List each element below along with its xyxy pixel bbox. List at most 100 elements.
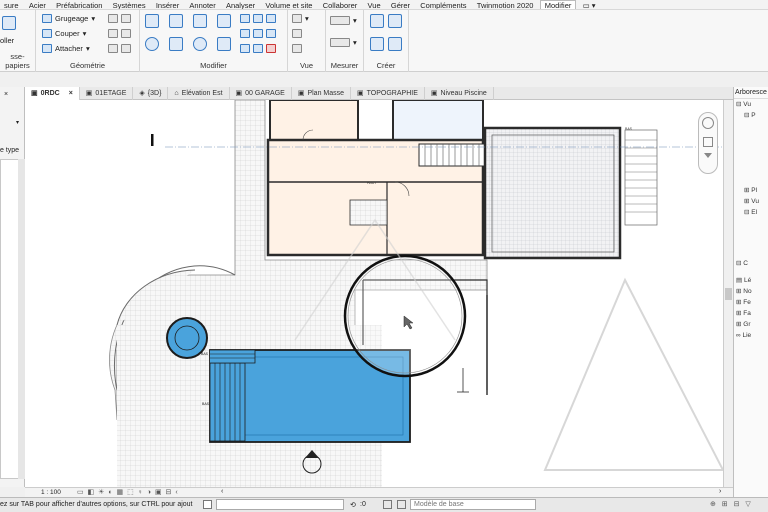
ribbon-group-modify: Modifier	[140, 10, 288, 72]
wall-join-icon[interactable]	[108, 14, 118, 23]
split-icon[interactable]	[240, 14, 250, 23]
menu-item[interactable]: Annoter	[185, 1, 219, 9]
menu-item-modifier[interactable]: Modifier	[539, 0, 577, 9]
tree-item[interactable]: ⊞ Fe	[736, 297, 768, 308]
scroll-right-icon[interactable]: ›	[719, 488, 721, 495]
copy-icon[interactable]	[169, 37, 183, 51]
tree-item[interactable]: ⊞ Gr	[736, 319, 768, 330]
tree-item[interactable]: ⊞ No	[736, 286, 768, 297]
grugeage-button[interactable]: Grugeage ▾	[42, 14, 95, 23]
close-icon[interactable]: ×	[4, 91, 8, 98]
split-gap-icon[interactable]	[253, 29, 263, 38]
scrollbar-thumb[interactable]	[725, 288, 732, 300]
menu-item[interactable]: sure	[0, 1, 23, 9]
sync-icon[interactable]: ⟲	[350, 501, 356, 509]
zoom-icon[interactable]	[703, 137, 713, 147]
create-parts-icon[interactable]	[388, 14, 402, 28]
demolish-icon[interactable]	[121, 29, 131, 38]
rotate-icon[interactable]	[193, 37, 207, 51]
align-icon[interactable]	[145, 14, 159, 28]
group-icon[interactable]	[253, 44, 263, 53]
scale-selector[interactable]: 1 : 100	[41, 489, 61, 496]
create-group-icon[interactable]	[370, 37, 384, 51]
workset-dropdown[interactable]	[216, 499, 344, 510]
join-icon	[42, 44, 52, 53]
menu-item[interactable]: Vue	[364, 1, 385, 9]
steering-wheel-icon[interactable]	[702, 117, 714, 129]
tree-item[interactable]: ⊟ P	[736, 110, 768, 121]
menu-item[interactable]: Insérer	[152, 1, 183, 9]
offset-icon[interactable]	[169, 14, 183, 28]
tree-item[interactable]: ⊟ El	[736, 207, 768, 218]
menu-item[interactable]: Twinmotion 2020	[473, 1, 538, 9]
menu-item[interactable]: Volume et site	[261, 1, 316, 9]
close-icon[interactable]: ×	[69, 88, 73, 100]
design-option-dropdown[interactable]: Modèle de base	[410, 499, 536, 510]
delete-icon[interactable]	[266, 44, 276, 53]
menu-item[interactable]: Collaborer	[319, 1, 362, 9]
pin-icon[interactable]	[266, 14, 276, 23]
room-upper-right	[392, 100, 484, 143]
dimension-icon[interactable]	[330, 38, 350, 47]
tree-item[interactable]: ⊟ C	[736, 258, 768, 269]
tree-item[interactable]: ∞ Lie	[736, 330, 768, 341]
chevron-down-icon[interactable]: ▾	[16, 119, 19, 126]
tab-elevation-est[interactable]: ⌂ Elévation Est	[168, 87, 230, 100]
hide-icon[interactable]	[292, 44, 302, 53]
exterior-stair	[624, 129, 658, 226]
drawing-canvas[interactable]: HAUT BAS BAS BAS	[25, 100, 723, 487]
navigation-bar[interactable]	[698, 112, 718, 174]
watermark-logo	[543, 277, 723, 471]
tree-item[interactable]: ⊞ Fa	[736, 308, 768, 319]
move-icon[interactable]	[145, 37, 159, 51]
menu-item[interactable]: Gérer	[387, 1, 414, 9]
selection-filter-icons[interactable]: ⊕ ⊞ ⊟ ▽	[710, 500, 753, 508]
mirror-icon[interactable]	[193, 14, 207, 28]
tree-item[interactable]: ⊞ Vu	[736, 196, 768, 207]
hammer-icon[interactable]	[121, 44, 131, 53]
unpin-icon[interactable]	[240, 44, 250, 53]
menu-item[interactable]: Compléments	[416, 1, 470, 9]
split-face-icon[interactable]	[121, 14, 131, 23]
floor-plan[interactable]: HAUT BAS BAS BAS	[25, 100, 723, 487]
mirror-axis-icon[interactable]	[217, 14, 231, 28]
menu-item[interactable]: Analyser	[222, 1, 259, 9]
scrollbar[interactable]	[18, 159, 25, 479]
tab-niveau-piscine[interactable]: ▣ Niveau Piscine	[425, 87, 494, 100]
tab-01etage[interactable]: ▣ 01ETAGE	[80, 87, 134, 100]
scrollbar-vertical[interactable]	[723, 100, 733, 487]
menu-item[interactable]: Acier	[25, 1, 50, 9]
override-icon[interactable]	[292, 14, 302, 23]
menu-item[interactable]: Systèmes	[109, 1, 150, 9]
clipboard-item[interactable]: oller	[0, 36, 14, 45]
workset-icon[interactable]	[203, 500, 212, 509]
unjoin-icon[interactable]	[108, 44, 118, 53]
tab-3d[interactable]: ◈ {3D}	[133, 87, 169, 100]
tab-plan-masse[interactable]: ▣ Plan Masse	[292, 87, 352, 100]
attacher-button[interactable]: Attacher ▾	[42, 44, 90, 53]
scroll-left-icon[interactable]: ‹	[221, 488, 223, 495]
couper-button[interactable]: Couper ▾	[42, 29, 86, 38]
measure-icon[interactable]	[330, 16, 350, 25]
tab-garage[interactable]: ▣ 00 GARAGE	[230, 87, 292, 100]
ribbon-toggle-icon[interactable]: ▭ ▾	[579, 1, 600, 9]
editable-icon[interactable]	[397, 500, 406, 509]
tab-0rdc[interactable]: ▣ 0RDC ×	[25, 87, 80, 100]
paste-icon[interactable]	[2, 16, 16, 30]
tree-item[interactable]: ⊟ Vu	[736, 99, 768, 110]
create-similar-icon[interactable]	[388, 37, 402, 51]
design-option-icon[interactable]	[383, 500, 392, 509]
tree-item[interactable]: ▤ Lé	[736, 275, 768, 286]
tree-item[interactable]: ⊞ Pl	[736, 185, 768, 196]
scale-icon[interactable]	[253, 14, 263, 23]
chevron-down-icon[interactable]	[704, 153, 712, 158]
trim-icon[interactable]	[217, 37, 231, 51]
create-assembly-icon[interactable]	[370, 14, 384, 28]
linework-icon[interactable]	[292, 29, 302, 38]
menu-item[interactable]: Préfabrication	[52, 1, 106, 9]
view-controls-icons[interactable]: ▭ ◧ ☀ ◐ ▦ ⬚ ♀ ◑ ▣ ⊟ ‹	[77, 488, 179, 496]
paint-icon[interactable]	[108, 29, 118, 38]
tab-topographie[interactable]: ▣ TOPOGRAPHIE	[351, 87, 425, 100]
trim-multi-icon[interactable]	[266, 29, 276, 38]
array-icon[interactable]	[240, 29, 250, 38]
